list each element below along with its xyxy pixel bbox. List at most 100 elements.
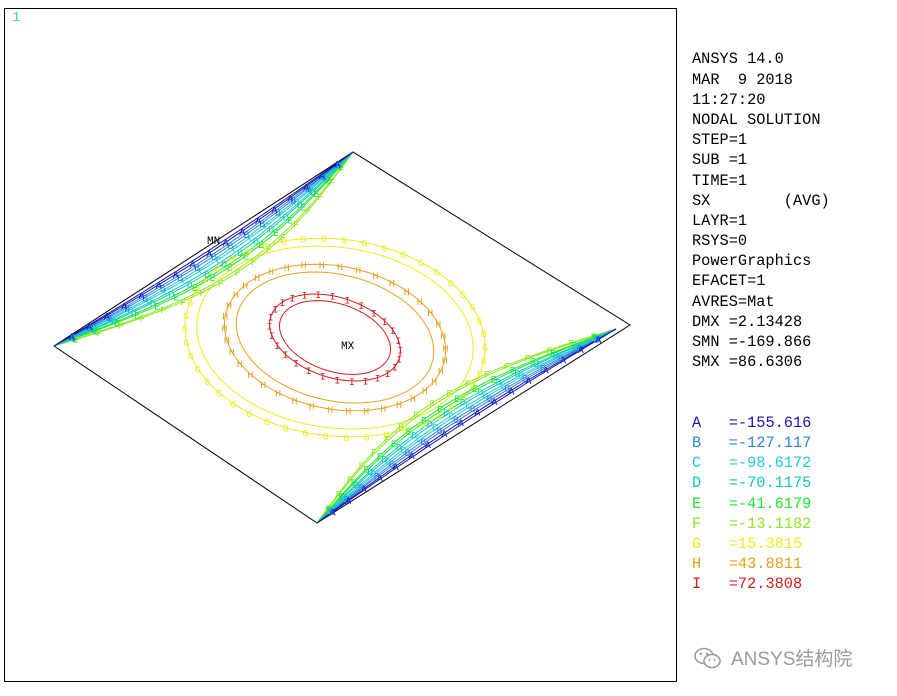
info-line: AVRES=Mat xyxy=(692,292,775,311)
contour-mark-f: F xyxy=(429,400,435,411)
contour-mark-a: A xyxy=(319,172,325,183)
contour-mark-g: G xyxy=(321,235,327,246)
contour-mark-f: F xyxy=(446,390,452,401)
contour-mark-i: I xyxy=(302,292,308,303)
contour-mark-g: G xyxy=(303,430,309,441)
contour-mark-f: F xyxy=(160,307,166,318)
contour-mark-f: F xyxy=(235,269,241,280)
info-line: TIME=1 xyxy=(692,171,748,190)
contour-mark-i: I xyxy=(382,318,388,329)
contour-lines xyxy=(53,151,617,524)
contour-mark-a: A xyxy=(578,346,584,357)
graphics-viewport[interactable]: 1 GGGGGGGGGGGGGGGGGGGGGGGGGGGGGGGGGGGGGG… xyxy=(4,8,677,682)
info-line: NODAL SOLUTION xyxy=(692,110,821,129)
legend-value: =15.3815 xyxy=(728,534,803,553)
wechat-icon xyxy=(694,647,721,668)
contour-mark-a: A xyxy=(474,408,480,419)
contour-mark-a: A xyxy=(173,271,179,282)
contour-mark-f: F xyxy=(280,234,286,245)
contour-mark-h: H xyxy=(438,368,444,379)
contour-mark-i: I xyxy=(320,373,326,384)
contour-mark-f: F xyxy=(465,380,471,391)
min-label: MN xyxy=(207,236,220,248)
contour-mark-h: H xyxy=(443,345,449,356)
contour-mark-h: H xyxy=(389,279,395,290)
contour-mark-h: H xyxy=(410,395,416,406)
legend-letter: G xyxy=(692,534,702,553)
contour-mark-i: I xyxy=(363,377,369,388)
legend-value: =-13.1182 xyxy=(728,514,812,533)
legend-letter: F xyxy=(692,514,702,533)
contour-mark-g: G xyxy=(400,251,406,262)
info-line: SX (AVG) xyxy=(692,191,830,210)
legend-entry: A =-155.616 xyxy=(692,413,830,433)
contour-mark-a: A xyxy=(491,398,497,409)
legend-entry: G =15.3815 xyxy=(692,534,830,554)
contour-mark-a: A xyxy=(287,195,293,206)
contour-mark-h: H xyxy=(260,381,266,392)
contour-mark-h: H xyxy=(435,321,441,332)
contour-mark-h: H xyxy=(422,387,428,398)
contour-mark-a: A xyxy=(345,497,351,508)
contour-mark-i: I xyxy=(282,351,288,362)
contour-letters: GGGGGGGGGGGGGGGGGGGGGGGGGGGGGGGGGGGGGG G G… xyxy=(69,161,602,520)
contour-mark-f: F xyxy=(398,423,404,434)
contour-mark-h: H xyxy=(237,360,243,371)
contour-mark-h: H xyxy=(242,282,248,293)
contour-mark-g: G xyxy=(476,317,482,328)
contour-mark-i: I xyxy=(375,375,381,386)
contour-mark-a: A xyxy=(69,333,75,344)
contour-mark-a: A xyxy=(409,452,415,463)
legend-entry: B =-127.117 xyxy=(692,433,830,453)
contour-mark-h: H xyxy=(222,324,228,335)
contour-mark-h: H xyxy=(254,274,260,285)
contour-mark-g: G xyxy=(230,401,236,412)
contour-mark-g: G xyxy=(448,279,454,290)
contour-mark-i: I xyxy=(392,363,398,374)
contour-i xyxy=(269,293,401,382)
contour-mark-a: A xyxy=(458,419,464,430)
contour-mark-i: I xyxy=(289,294,295,305)
legend-letter: B xyxy=(692,434,702,452)
legend-value: =-127.117 xyxy=(728,434,812,452)
contour-mark-a: A xyxy=(190,261,196,272)
contour-mark-h: H xyxy=(233,291,239,302)
contour-mark-i: I xyxy=(272,306,278,317)
info-line: RSYS=0 xyxy=(692,232,748,251)
contour-mark-g: G xyxy=(204,378,210,389)
contour-mark-a: A xyxy=(508,387,514,398)
info-line: SMN =-169.866 xyxy=(692,333,812,352)
contour-mark-g: G xyxy=(364,433,370,444)
legend-letter: E xyxy=(692,494,702,513)
contour-mark-i: I xyxy=(334,376,340,387)
contour-mark-g: G xyxy=(195,365,201,376)
contour-mark-e: E xyxy=(210,274,216,285)
contour-mark-f: F xyxy=(218,279,224,290)
contour-mark-h: H xyxy=(442,357,448,368)
contour-mark-h: H xyxy=(396,401,402,412)
legend-letter: H xyxy=(692,555,702,574)
contour-mark-g: G xyxy=(264,418,270,429)
contour-mark-e: E xyxy=(258,241,264,252)
contour-mark-g: G xyxy=(323,433,329,444)
legend-entry: E =-41.6179 xyxy=(692,494,830,514)
contour-mark-g: G xyxy=(434,269,440,280)
legend-letter: I xyxy=(692,575,702,594)
contour-mark-h: H xyxy=(427,309,433,320)
contour-mark-h: H xyxy=(247,371,253,382)
contour-mark-f: F xyxy=(266,246,272,257)
contour-mark-g: G xyxy=(182,325,188,336)
contour-mark-g: G xyxy=(343,434,349,445)
contour-mark-h: H xyxy=(301,262,307,273)
contour-mark-i: I xyxy=(315,291,321,302)
contour-mark-f: F xyxy=(199,289,205,300)
contour-mark-a: A xyxy=(595,336,601,347)
contour-mark-a: A xyxy=(361,486,367,497)
contour-mark-a: A xyxy=(330,509,336,520)
contour-mark-g: G xyxy=(188,352,194,363)
contour-mark-h: H xyxy=(226,301,232,312)
contour-mark-h: H xyxy=(417,298,423,309)
contour-mark-i: I xyxy=(293,360,299,371)
contour-mark-d: D xyxy=(237,249,243,260)
watermark: ANSYS结构院 xyxy=(693,644,852,671)
